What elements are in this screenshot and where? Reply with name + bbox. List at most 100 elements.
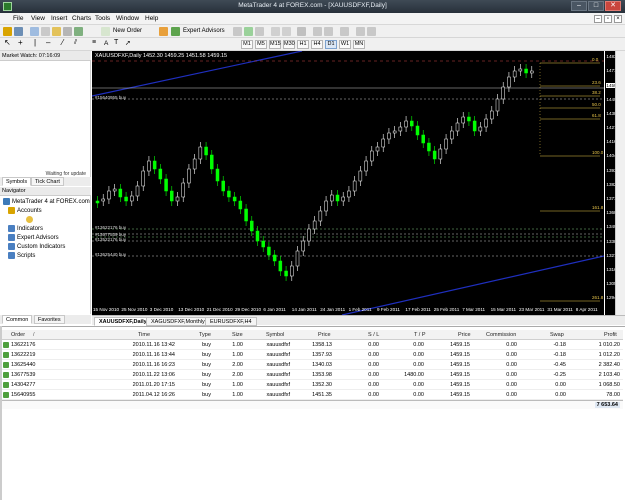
autoscroll-icon[interactable]: [324, 27, 333, 36]
tab-common[interactable]: Common: [2, 315, 33, 324]
trade-row[interactable]: 13622219 2010.11.16 13:44 buy 1.00 xauusdfxf…: [0, 351, 623, 360]
menu-help[interactable]: Help: [145, 15, 158, 22]
nav-item-custom-indicators[interactable]: Custom Indicators: [8, 243, 65, 250]
indicators-icon[interactable]: [340, 27, 349, 36]
timeframe-m1[interactable]: M1: [241, 40, 253, 49]
chart-tab-xagusd-monthly[interactable]: XAGUSDFXF,Monthly: [146, 317, 210, 326]
zoom-in-icon[interactable]: [271, 27, 280, 36]
label-tool-icon[interactable]: T: [114, 39, 118, 46]
col-commission[interactable]: Commission: [486, 332, 516, 338]
mdi-close-button[interactable]: ×: [614, 15, 622, 23]
channel-icon[interactable]: ⫽: [74, 39, 77, 47]
trendline-icon[interactable]: ⁄: [62, 38, 63, 47]
line-chart-icon[interactable]: [255, 27, 264, 36]
chart-scrollbar[interactable]: [615, 51, 625, 315]
timeframe-m15[interactable]: M15: [269, 40, 281, 49]
chart-shift-icon[interactable]: [313, 27, 322, 36]
col-price[interactable]: Price: [318, 332, 331, 338]
tab-symbols[interactable]: Symbols: [2, 177, 32, 186]
arrows-icon[interactable]: ➚: [125, 39, 131, 47]
trade-row[interactable]: 15640955 2011.04.12 16:26 buy 1.00 xauusdfxf…: [0, 391, 623, 400]
candle-body: [147, 160, 151, 172]
nav-item-accounts[interactable]: Accounts: [8, 207, 42, 214]
nav-item-scripts[interactable]: Scripts: [8, 252, 35, 259]
menu-insert[interactable]: Insert: [51, 15, 67, 22]
nav-item-root[interactable]: MetaTrader 4 at FOREX.com: [3, 198, 90, 205]
data-window-icon[interactable]: [41, 27, 50, 36]
candle-body: [318, 210, 323, 222]
vertical-line-icon[interactable]: |: [34, 38, 36, 47]
menu-tools[interactable]: Tools: [95, 15, 110, 22]
chart-tab-eurusd-h4[interactable]: EURUSDFXF,H4: [205, 317, 257, 326]
trade-row[interactable]: 14304277 2011.01.20 17:15 buy 1.00 xauusdfxf…: [0, 381, 623, 390]
templates-icon[interactable]: [367, 27, 376, 36]
timeframe-h1[interactable]: H1: [297, 40, 309, 49]
candle-body: [192, 158, 197, 170]
crosshair-icon[interactable]: +: [18, 38, 23, 47]
candlestick-icon[interactable]: [244, 27, 253, 36]
profiles-icon[interactable]: [14, 27, 23, 36]
candle-body: [307, 228, 311, 242]
maximize-button[interactable]: □: [588, 1, 604, 11]
col-tp[interactable]: T / P: [414, 332, 426, 338]
col-current-price[interactable]: Price: [458, 332, 471, 338]
metaeditor-icon[interactable]: [159, 27, 168, 36]
col-order[interactable]: Order: [11, 332, 25, 338]
col-type[interactable]: Type: [199, 332, 211, 338]
expert-advisors-icon[interactable]: [171, 27, 180, 36]
timeframe-mn[interactable]: MN: [353, 40, 365, 49]
col-profit[interactable]: Profit: [604, 332, 617, 338]
tab-favorites[interactable]: Favorites: [34, 315, 65, 324]
trade-row[interactable]: 13622176 2010.11.16 13:42 buy 1.00 xauusdfxf…: [0, 341, 623, 350]
horizontal-line-icon[interactable]: –: [46, 38, 50, 47]
cursor-icon[interactable]: ↖: [4, 38, 11, 47]
fibonacci-icon[interactable]: ≡: [92, 39, 96, 46]
bar-chart-icon[interactable]: [233, 27, 242, 36]
close-button[interactable]: ✕: [605, 1, 621, 11]
col-swap[interactable]: Swap: [550, 332, 564, 338]
timeframe-d1[interactable]: D1: [325, 40, 337, 49]
terminal-icon[interactable]: [63, 27, 72, 36]
tester-icon[interactable]: [74, 27, 83, 36]
timeframe-h4[interactable]: H4: [311, 40, 323, 49]
nav-item-expert-advisors[interactable]: Expert Advisors: [8, 234, 59, 241]
periods-icon[interactable]: [356, 27, 365, 36]
trade-row[interactable]: 13677539 2010.11.22 13:06 buy 2.00 xauusdfxf…: [0, 371, 623, 380]
menu-file[interactable]: File: [13, 15, 23, 22]
chart-tab-xauusd-daily[interactable]: XAUUSDFXF,Daily: [94, 317, 152, 326]
navigator-icon[interactable]: [52, 27, 61, 36]
new-order-button[interactable]: New Order: [113, 28, 142, 34]
terminal-side-tab[interactable]: [0, 326, 2, 500]
tab-tick-chart[interactable]: Tick Chart: [31, 177, 64, 186]
menu-charts[interactable]: Charts: [72, 15, 91, 22]
cell-price: 1357.93: [312, 352, 332, 358]
new-order-icon[interactable]: [101, 27, 110, 36]
col-time[interactable]: Time: [138, 332, 150, 338]
nav-item-account-user[interactable]: [26, 216, 35, 223]
text-tool-icon[interactable]: A: [104, 40, 108, 47]
timeframe-w1[interactable]: W1: [339, 40, 351, 49]
fibonacci-level-label: 38.2: [592, 90, 601, 95]
mdi-restore-button[interactable]: ▫: [604, 15, 612, 23]
new-chart-icon[interactable]: [3, 27, 12, 36]
mdi-minimize-button[interactable]: –: [594, 15, 602, 23]
market-watch-icon[interactable]: [30, 27, 39, 36]
zoom-out-icon[interactable]: [282, 27, 291, 36]
timeframe-m30[interactable]: M30: [283, 40, 295, 49]
timeframe-m5[interactable]: M5: [255, 40, 267, 49]
price-chart[interactable]: XAUUSDFXF,Daily 1452.30 1459.25 1451.58 …: [92, 51, 625, 315]
cell-tp: 0.00: [413, 342, 424, 348]
nav-item-indicators[interactable]: Indicators: [8, 225, 43, 232]
candle-body: [512, 70, 517, 78]
trade-row[interactable]: 13625440 2010.11.16 16:23 buy 2.00 xauusdfxf…: [0, 361, 623, 370]
time-tick-label: 3 Dec 2010: [149, 307, 174, 312]
menu-window[interactable]: Window: [116, 15, 139, 22]
col-sl[interactable]: S / L: [368, 332, 379, 338]
tile-windows-icon[interactable]: [297, 27, 306, 36]
expert-advisors-button[interactable]: Expert Advisors: [183, 28, 225, 34]
menu-view[interactable]: View: [31, 15, 45, 22]
title-bar[interactable]: MetaTrader 4 at FOREX.com - [XAUUSDFXF,D…: [0, 0, 625, 13]
minimize-button[interactable]: –: [571, 1, 587, 11]
col-size[interactable]: Size: [232, 332, 243, 338]
col-symbol[interactable]: Symbol: [266, 332, 284, 338]
